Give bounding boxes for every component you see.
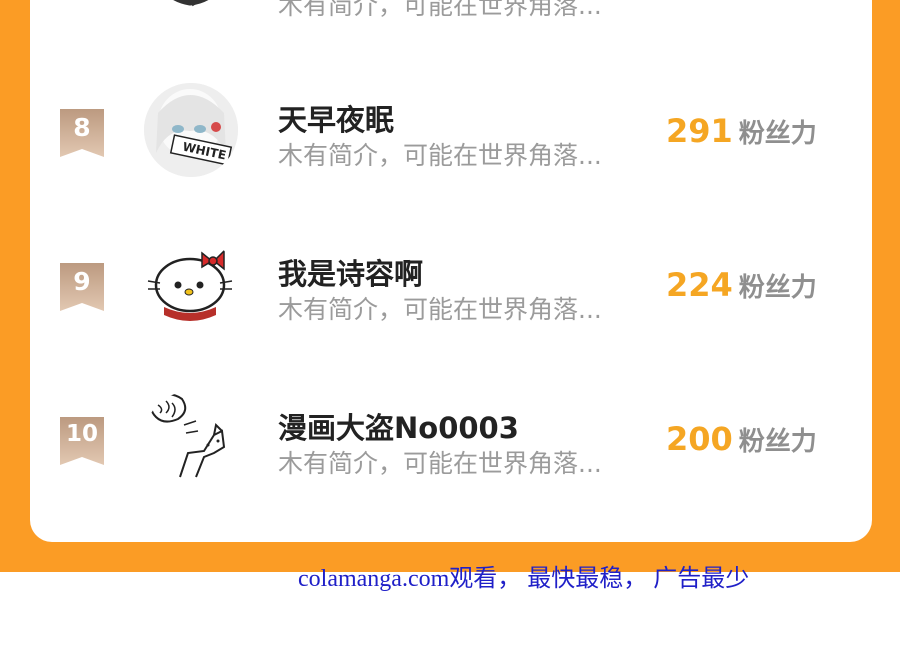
- rank-badge: 9: [60, 263, 104, 311]
- fans-unit: 粉丝力: [738, 273, 817, 303]
- fans-number: 224: [666, 266, 733, 304]
- user-bio: 木有简介，可能在世界角落...: [278, 0, 602, 20]
- avatar[interactable]: [144, 0, 238, 22]
- rank-number: 9: [73, 267, 91, 296]
- rank-badge: 10: [60, 417, 104, 465]
- fans-count: 224 粉丝力: [666, 266, 817, 304]
- rank-badge: 8: [60, 109, 104, 157]
- user-name[interactable]: 我是诗容啊: [278, 251, 423, 293]
- user-name[interactable]: 天早夜眠: [278, 97, 394, 139]
- fans-unit: 粉丝力: [738, 119, 817, 149]
- avatar-image: WHITE: [144, 83, 238, 177]
- fans-number: 291: [666, 112, 733, 150]
- ranking-row[interactable]: 8 WHITE 天早夜眠 木有简介，可能在世界角落... 291 粉丝力: [30, 80, 872, 200]
- fans-number: 200: [666, 420, 733, 458]
- footer-link[interactable]: colamanga.com观看， 最快最稳， 广告最少: [298, 558, 749, 593]
- ranking-row[interactable]: 9 我是诗容啊 木有简介，可能在世界角落... 224 粉丝力: [30, 234, 872, 354]
- avatar[interactable]: [144, 237, 238, 331]
- rank-number: 8: [73, 113, 91, 142]
- user-name[interactable]: 漫画大盗No0003: [278, 405, 519, 447]
- avatar-image: [147, 249, 233, 321]
- ranking-row-partial[interactable]: 木有简介，可能在世界角落...: [30, 0, 872, 48]
- rank-number: 10: [65, 421, 98, 447]
- fans-count: 200 粉丝力: [666, 420, 817, 458]
- avatar[interactable]: WHITE: [144, 83, 238, 177]
- ranking-row[interactable]: 10 漫画大盗No0003 木有简介，可能在世界角落... 200 粉丝力: [30, 388, 872, 508]
- avatar[interactable]: [144, 391, 238, 485]
- user-bio: 木有简介，可能在世界角落...: [278, 449, 602, 478]
- user-bio: 木有简介，可能在世界角落...: [278, 141, 602, 170]
- ranking-card: 木有简介，可能在世界角落... 8 WHITE 天早夜眠 木有简介，可能在世界角…: [30, 0, 872, 542]
- fans-count: 291 粉丝力: [666, 112, 817, 150]
- fans-unit: 粉丝力: [738, 427, 817, 457]
- avatar-image: [150, 393, 226, 478]
- user-bio: 木有简介，可能在世界角落...: [278, 295, 602, 324]
